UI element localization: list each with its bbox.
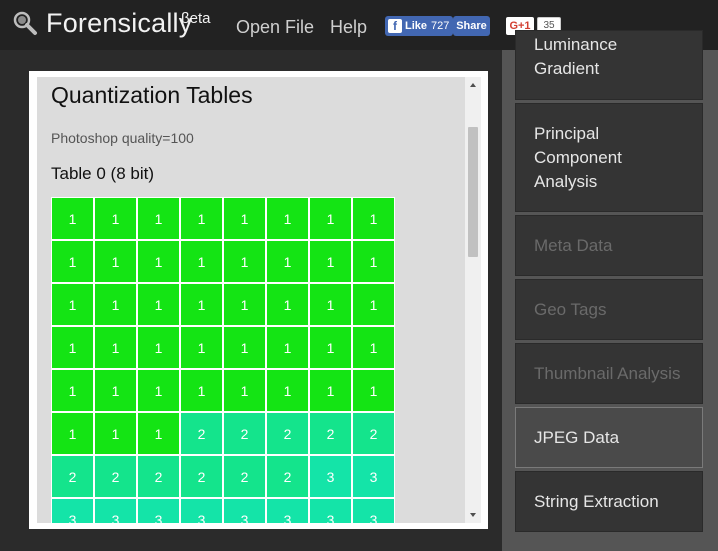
- quant-cell: 1: [95, 284, 136, 325]
- quant-cell: 2: [224, 456, 265, 497]
- scrollbar-thumb[interactable]: [468, 127, 478, 257]
- tool-luminance-gradient[interactable]: Luminance Gradient: [515, 30, 703, 100]
- jpeg-data-panel: Quantization Tables Photoshop quality=10…: [29, 71, 488, 529]
- quant-cell: 1: [353, 370, 394, 411]
- quant-cell: 1: [267, 241, 308, 282]
- like-count: 727: [431, 20, 450, 32]
- panel-title: Quantization Tables: [51, 82, 253, 108]
- tool-geo-tags[interactable]: Geo Tags: [515, 279, 703, 340]
- nav-help[interactable]: Help: [330, 17, 367, 38]
- quant-cell: 1: [353, 284, 394, 325]
- tool-label: String Extraction: [534, 491, 659, 511]
- app-title: Forensically: [46, 8, 193, 38]
- quant-cell: 1: [52, 327, 93, 368]
- quant-cell: 1: [138, 198, 179, 239]
- quant-cell: 1: [310, 284, 351, 325]
- table-title: Table 0 (8 bit): [51, 164, 154, 183]
- quant-cell: 2: [138, 456, 179, 497]
- quant-cell: 3: [138, 499, 179, 523]
- quant-cell: 3: [310, 499, 351, 523]
- facebook-share-button[interactable]: Share: [453, 16, 490, 36]
- quant-cell: 3: [353, 456, 394, 497]
- tool-label: JPEG Data: [534, 427, 620, 447]
- panel-scrollbar[interactable]: [465, 77, 481, 523]
- quant-cell: 1: [52, 284, 93, 325]
- quant-cell: 1: [181, 327, 222, 368]
- tool-label: Luminance Gradient: [534, 35, 618, 78]
- quant-cell: 3: [224, 499, 265, 523]
- quant-cell: 1: [267, 327, 308, 368]
- quant-cell: 1: [138, 413, 179, 454]
- quant-cell: 1: [267, 370, 308, 411]
- tool-label: Meta Data: [534, 235, 613, 255]
- panel-content[interactable]: Quantization Tables Photoshop quality=10…: [37, 77, 465, 523]
- quant-cell: 1: [52, 413, 93, 454]
- tool-thumbnail-analysis[interactable]: Thumbnail Analysis: [515, 343, 703, 404]
- quant-cell: 1: [224, 370, 265, 411]
- quant-cell: 2: [267, 456, 308, 497]
- quant-cell: 2: [95, 456, 136, 497]
- quant-cell: 1: [52, 198, 93, 239]
- quant-cell: 2: [181, 413, 222, 454]
- quant-cell: 1: [138, 284, 179, 325]
- quant-cell: 1: [52, 370, 93, 411]
- magnifier-icon: [13, 11, 37, 35]
- tool-jpeg-data[interactable]: JPEG Data: [515, 407, 703, 468]
- beta-badge: βeta: [181, 10, 211, 27]
- quant-cell: 3: [52, 499, 93, 523]
- quant-cell: 3: [95, 499, 136, 523]
- quant-cell: 1: [310, 370, 351, 411]
- quant-cell: 1: [353, 241, 394, 282]
- quant-cell: 1: [267, 198, 308, 239]
- quant-cell: 1: [95, 413, 136, 454]
- quant-cell: 1: [310, 327, 351, 368]
- quant-cell: 1: [52, 241, 93, 282]
- quantization-table: 1111111111111111111111111111111111111111…: [51, 197, 395, 523]
- quant-cell: 3: [181, 499, 222, 523]
- arrow-down-icon[interactable]: [465, 507, 481, 523]
- quant-cell: 2: [224, 413, 265, 454]
- tool-label: Geo Tags: [534, 299, 607, 319]
- quant-cell: 1: [138, 327, 179, 368]
- quant-cell: 3: [353, 499, 394, 523]
- quant-cell: 1: [224, 327, 265, 368]
- quant-cell: 2: [181, 456, 222, 497]
- quant-cell: 1: [138, 241, 179, 282]
- quant-cell: 1: [181, 284, 222, 325]
- quant-cell: 2: [353, 413, 394, 454]
- quant-cell: 1: [267, 284, 308, 325]
- quant-cell: 2: [52, 456, 93, 497]
- arrow-up-icon[interactable]: [465, 77, 481, 93]
- quant-cell: 1: [224, 241, 265, 282]
- quality-estimate: Photoshop quality=100: [51, 130, 194, 146]
- quant-cell: 1: [310, 241, 351, 282]
- tool-string-extraction[interactable]: String Extraction: [515, 471, 703, 532]
- quant-cell: 2: [267, 413, 308, 454]
- quant-cell: 3: [267, 499, 308, 523]
- quant-cell: 1: [224, 284, 265, 325]
- quant-cell: 1: [95, 327, 136, 368]
- quant-cell: 1: [95, 370, 136, 411]
- nav-open-file[interactable]: Open File: [236, 17, 314, 38]
- quant-cell: 1: [138, 370, 179, 411]
- tool-label: Principal Component Analysis: [534, 123, 622, 191]
- quant-cell: 3: [310, 456, 351, 497]
- facebook-icon: f: [388, 19, 402, 33]
- quant-cell: 1: [181, 241, 222, 282]
- quant-cell: 1: [310, 198, 351, 239]
- quant-cell: 1: [181, 198, 222, 239]
- quant-cell: 1: [181, 370, 222, 411]
- quant-cell: 1: [95, 241, 136, 282]
- tool-meta-data[interactable]: Meta Data: [515, 215, 703, 276]
- tool-principal-component-analysis[interactable]: Principal Component Analysis: [515, 103, 703, 212]
- quant-cell: 1: [224, 198, 265, 239]
- quant-cell: 2: [310, 413, 351, 454]
- facebook-like-button[interactable]: f Like 727: [385, 16, 454, 36]
- quant-cell: 1: [95, 198, 136, 239]
- tool-label: Thumbnail Analysis: [534, 363, 681, 383]
- quant-cell: 1: [353, 327, 394, 368]
- like-label: Like: [405, 20, 428, 32]
- quant-cell: 1: [353, 198, 394, 239]
